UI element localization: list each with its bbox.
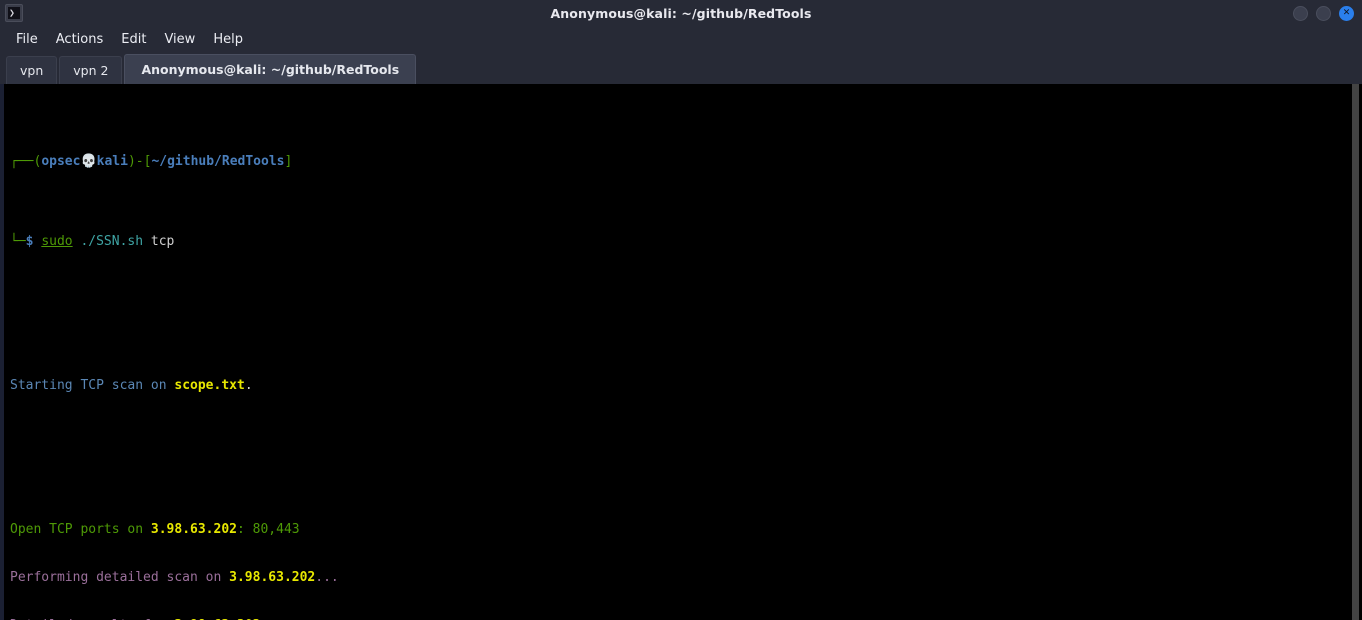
tab-anonymous[interactable]: Anonymous@kali: ~/github/RedTools xyxy=(124,54,417,84)
menu-item-help[interactable]: Help xyxy=(205,29,251,50)
command-sudo: sudo xyxy=(41,234,73,249)
tabbar: vpn vpn 2 Anonymous@kali: ~/github/RedTo… xyxy=(0,52,1362,84)
terminal-icon xyxy=(5,4,23,22)
scrollbar-thumb[interactable] xyxy=(1352,84,1359,620)
prompt-bracket-close: ] xyxy=(284,154,293,169)
prompt-user: opsec xyxy=(41,154,81,169)
menu-item-edit[interactable]: Edit xyxy=(113,29,154,50)
port-list: 80,443 xyxy=(252,522,300,537)
performing-scan-line: Performing detailed scan on 3.98.63.202.… xyxy=(10,570,1349,586)
prompt-corner-bottom: └─ xyxy=(10,234,26,249)
command-line: └─$ sudo ./SSN.sh tcp xyxy=(10,234,1349,250)
window-title: Anonymous@kali: ~/github/RedTools xyxy=(550,5,812,21)
command-script: ./SSN.sh xyxy=(80,234,144,249)
prompt-paren-close: ) xyxy=(127,154,136,169)
prompt-dash: - xyxy=(135,154,144,169)
terminal-area: ┌──(opsec💀kali)-[~/github/RedTools] └─$ … xyxy=(0,84,1362,620)
tab-vpn[interactable]: vpn xyxy=(6,56,58,84)
terminal-window: Anonymous@kali: ~/github/RedTools File A… xyxy=(0,0,1362,620)
colon: : xyxy=(236,522,253,537)
prompt-host: kali xyxy=(96,154,128,169)
prompt-corner-top: ┌── xyxy=(10,154,34,169)
host-ip: 3.98.63.202 xyxy=(150,522,237,537)
titlebar: Anonymous@kali: ~/github/RedTools xyxy=(0,0,1362,26)
menubar: File Actions Edit View Help xyxy=(0,26,1362,52)
starting-text: Starting TCP scan on xyxy=(10,378,175,393)
performing-suffix: ... xyxy=(315,570,339,585)
menu-item-view[interactable]: View xyxy=(156,29,203,50)
terminal-scrollbar[interactable] xyxy=(1349,84,1362,620)
terminal-output[interactable]: ┌──(opsec💀kali)-[~/github/RedTools] └─$ … xyxy=(4,84,1349,620)
command-arg: tcp xyxy=(150,234,175,249)
host-ip: 3.98.63.202 xyxy=(229,570,316,585)
minimize-button[interactable] xyxy=(1293,5,1308,21)
close-button[interactable] xyxy=(1339,5,1354,21)
open-ports-line: Open TCP ports on 3.98.63.202: 80,443 xyxy=(10,522,1349,538)
tab-vpn-2[interactable]: vpn 2 xyxy=(59,56,123,84)
starting-scan-line: Starting TCP scan on scope.txt. xyxy=(10,378,1349,394)
prompt-path: ~/github/RedTools xyxy=(151,154,285,169)
menu-item-file[interactable]: File xyxy=(8,29,46,50)
starting-period: . xyxy=(244,378,253,393)
window-controls xyxy=(1293,0,1354,26)
maximize-button[interactable] xyxy=(1316,5,1331,21)
open-label: Open TCP ports on xyxy=(10,522,151,537)
menu-item-actions[interactable]: Actions xyxy=(48,29,112,50)
scope-file: scope.txt xyxy=(174,378,245,393)
performing-label: Performing detailed scan on xyxy=(10,570,230,585)
prompt-line-top: ┌──(opsec💀kali)-[~/github/RedTools] xyxy=(10,154,1349,170)
skull-icon: 💀 xyxy=(80,154,97,169)
